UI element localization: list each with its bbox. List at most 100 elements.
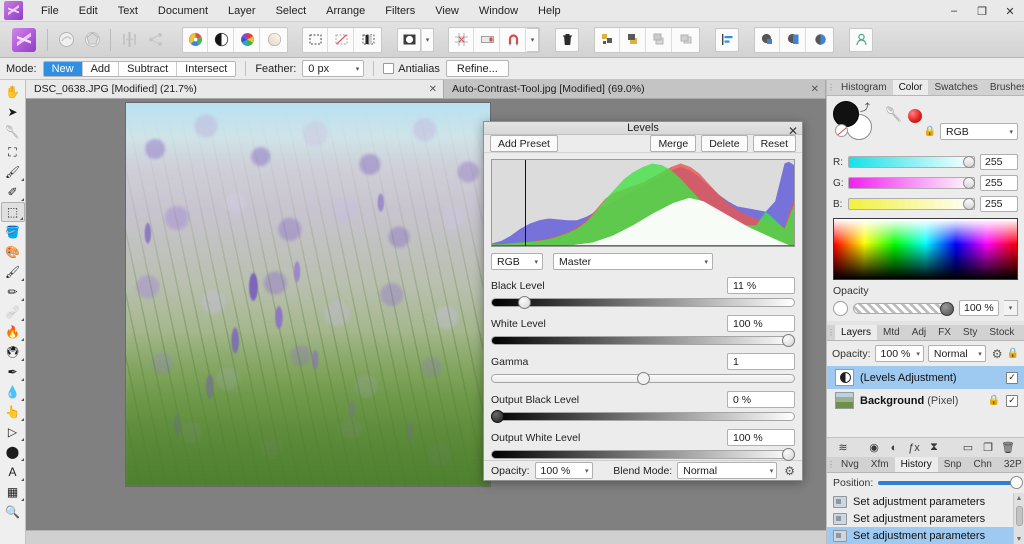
tab-brushes[interactable]: Brushes xyxy=(984,80,1024,95)
crop-tool[interactable]: ⛶ xyxy=(1,142,25,162)
gradient-icon[interactable] xyxy=(262,28,286,52)
tab-adj[interactable]: Adj xyxy=(906,325,932,340)
clone-brush-tool[interactable]: 🖲 xyxy=(1,342,25,362)
antialias-checkbox[interactable]: Antialias xyxy=(383,63,440,75)
swap-colors-icon[interactable]: ⤴ xyxy=(860,99,870,114)
slider-knob[interactable] xyxy=(963,156,975,168)
color-picker-tool[interactable]: 🥄 xyxy=(1,122,25,142)
mode-subtract-button[interactable]: Subtract xyxy=(119,61,178,76)
menu-help[interactable]: Help xyxy=(528,2,571,20)
panel-menu-icon[interactable]: ≡ xyxy=(1020,325,1024,340)
lock-icon[interactable]: 🔒 xyxy=(924,126,936,137)
slider-knob[interactable] xyxy=(963,198,975,210)
tab-layers[interactable]: Layers xyxy=(835,325,878,340)
history-scrollbar[interactable]: ▲ ▼ xyxy=(1013,493,1024,544)
gamma-slider[interactable] xyxy=(491,372,795,386)
tab-stock[interactable]: Stock xyxy=(983,325,1020,340)
inpainting-brush-tool[interactable]: ✒ xyxy=(1,362,25,382)
add-preset-button[interactable]: Add Preset xyxy=(490,135,558,153)
menu-view[interactable]: View xyxy=(425,2,469,20)
tab-nvg[interactable]: Nvg xyxy=(835,457,865,472)
text-tool[interactable]: A xyxy=(1,462,25,482)
feather-input[interactable]: 0 px ▾ xyxy=(302,60,365,77)
add-adjustment-icon[interactable]: ◐ xyxy=(884,439,904,457)
tab-32p[interactable]: 32P xyxy=(998,457,1024,472)
grid-icon[interactable] xyxy=(476,27,500,52)
pixel-tool[interactable]: ✏ xyxy=(1,282,25,302)
scrollbar-thumb[interactable] xyxy=(1015,506,1023,526)
menu-layer[interactable]: Layer xyxy=(218,2,266,20)
align-nodes-icon[interactable] xyxy=(596,27,620,52)
magnet-icon[interactable] xyxy=(502,27,526,52)
dock-grip-icon[interactable]: ⋮ xyxy=(827,80,835,95)
tab-chn[interactable]: Chn xyxy=(968,457,998,472)
output-white-level-slider[interactable] xyxy=(491,448,795,462)
tab-sty[interactable]: Sty xyxy=(957,325,983,340)
history-item[interactable]: Set adjustment parameters xyxy=(827,493,1024,510)
gear-icon[interactable]: ⚙ xyxy=(992,347,1003,361)
layers-blend-mode-select[interactable]: Normal ▾ xyxy=(927,345,986,362)
zoom-tool[interactable]: 🔍 xyxy=(1,502,25,522)
slider-knob[interactable] xyxy=(518,296,532,310)
boolean-subtract-icon[interactable] xyxy=(782,27,806,52)
white-level-slider[interactable] xyxy=(491,334,795,348)
slider-knob[interactable] xyxy=(963,177,975,189)
menu-file[interactable]: File xyxy=(31,2,69,20)
levels-histogram[interactable] xyxy=(491,159,795,248)
pen-tool[interactable]: ▷ xyxy=(1,422,25,442)
levels-preset-select[interactable]: Master ▾ xyxy=(553,253,713,271)
menu-select[interactable]: Select xyxy=(266,2,317,20)
contrast-icon[interactable] xyxy=(210,27,234,52)
tab-snp[interactable]: Snp xyxy=(938,457,968,472)
slider-knob[interactable] xyxy=(637,372,650,386)
layer-visibility-checkbox[interactable]: ✓ xyxy=(1006,394,1018,407)
opacity-value[interactable]: 100 % xyxy=(959,300,999,316)
levels-dialog[interactable]: Levels ✕ Add Preset Merge Delete Reset R… xyxy=(483,121,803,481)
view-tool[interactable]: ✋ xyxy=(1,82,25,102)
layer-stack-icon[interactable]: ≋ xyxy=(833,439,853,457)
no-color-icon[interactable] xyxy=(835,124,848,137)
opacity-slider[interactable] xyxy=(853,301,954,316)
mask-dropdown-caret-icon[interactable]: ▾ xyxy=(422,27,434,52)
tab-fx[interactable]: FX xyxy=(932,325,957,340)
black-level-slider[interactable] xyxy=(491,296,795,310)
mode-new-button[interactable]: New xyxy=(43,61,83,76)
menu-document[interactable]: Document xyxy=(148,2,218,20)
slider-knob[interactable] xyxy=(782,448,795,462)
align-left-icon[interactable] xyxy=(715,27,739,52)
output-black-level-input[interactable]: 0 % xyxy=(727,391,795,409)
black-level-input[interactable]: 11 % xyxy=(727,277,795,295)
lock-icon[interactable]: 🔒 xyxy=(1007,348,1019,359)
new-layer-icon[interactable]: ❐ xyxy=(978,439,998,457)
layer-row-background[interactable]: Background (Pixel) 🔒 ✓ xyxy=(827,389,1024,412)
trash-icon[interactable] xyxy=(555,27,579,52)
close-icon[interactable]: ✕ xyxy=(788,122,798,139)
history-item[interactable]: Set adjustment parameters xyxy=(827,510,1024,527)
shape-tool[interactable]: ⬤ xyxy=(1,442,25,462)
tab-history[interactable]: History xyxy=(894,457,938,472)
add-mask-icon[interactable]: ◉ xyxy=(864,439,884,457)
tab-dsc-0638[interactable]: DSC_0638.JPG [Modified] (21.7%) ✕ xyxy=(26,80,444,98)
levels-channel-select[interactable]: RGB ▾ xyxy=(491,253,543,271)
snapping-dropdown-caret-icon[interactable]: ▾ xyxy=(527,27,539,52)
layer-lock-icon[interactable]: 🔒 xyxy=(988,395,1000,406)
liquify-persona-icon[interactable] xyxy=(54,28,78,52)
adjustment-icon[interactable] xyxy=(184,27,208,52)
color-model-select[interactable]: RGB ▾ xyxy=(940,123,1018,140)
eyedropper-icon[interactable]: 🥄 xyxy=(885,107,902,121)
color-wheel-icon[interactable] xyxy=(236,27,260,52)
delete-button[interactable]: Delete xyxy=(701,135,748,153)
menu-filters[interactable]: Filters xyxy=(375,2,425,20)
layer-visibility-checkbox[interactable]: ✓ xyxy=(1006,371,1018,384)
chevron-down-icon[interactable]: ▾ xyxy=(1004,300,1018,316)
invert-selection-icon[interactable] xyxy=(356,28,380,52)
gear-icon[interactable]: ⚙ xyxy=(784,464,795,478)
mask-icon[interactable] xyxy=(397,27,421,52)
dialog-blend-mode-select[interactable]: Normal ▾ xyxy=(677,462,778,480)
slider-knob[interactable] xyxy=(1010,476,1023,489)
channel-value-b[interactable]: 255 xyxy=(980,196,1018,212)
tab-color[interactable]: Color xyxy=(892,80,929,95)
develop-persona-icon[interactable] xyxy=(80,28,104,52)
snapping-icon[interactable] xyxy=(450,27,474,52)
add-live-filter-icon[interactable]: ⧗ xyxy=(924,439,944,457)
